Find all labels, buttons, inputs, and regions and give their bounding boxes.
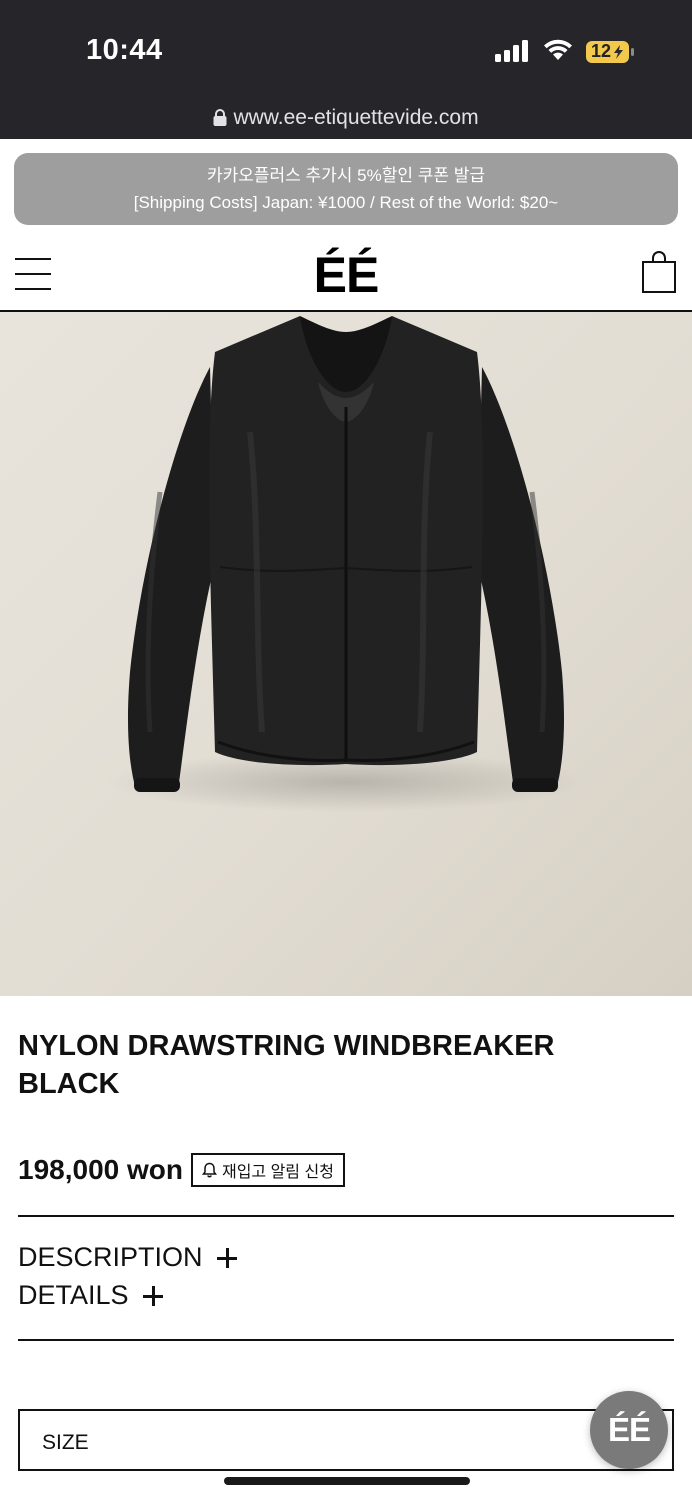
- price-row: 198,000 won 재입고 알림 신청: [18, 1152, 345, 1188]
- plus-icon: [142, 1285, 163, 1306]
- url-text: www.ee-etiquettevide.com: [233, 106, 479, 129]
- browser-top-bar: 10:44 12 www.ee-etiquettevide.com: [0, 0, 692, 139]
- size-select-label: SIZE: [42, 1431, 89, 1454]
- cellular-signal-icon: [495, 40, 528, 62]
- wifi-icon: [544, 39, 572, 60]
- site-logo[interactable]: ÉÉ: [0, 246, 692, 304]
- divider-bottom: [18, 1339, 674, 1341]
- divider-top: [18, 1215, 674, 1217]
- product-title-line2: BLACK: [18, 1068, 120, 1100]
- site-header: ÉÉ: [0, 232, 692, 312]
- shopping-bag-icon[interactable]: [642, 250, 676, 294]
- plus-icon: [216, 1247, 237, 1268]
- product-image[interactable]: [0, 312, 692, 996]
- product-price: 198,000 won: [18, 1154, 183, 1185]
- promo-banner[interactable]: 카카오플러스 추가시 5%할인 쿠폰 발급 [Shipping Costs] J…: [14, 153, 678, 225]
- battery-indicator: 12: [585, 40, 635, 64]
- home-indicator[interactable]: [224, 1477, 470, 1485]
- jacket-image: [106, 316, 586, 812]
- product-title: NYLON DRAWSTRING WINDBREAKER BLACK: [18, 1027, 618, 1103]
- product-title-line1: NYLON DRAWSTRING WINDBREAKER: [18, 1030, 555, 1062]
- details-toggle[interactable]: DETAILS: [18, 1280, 163, 1311]
- promo-line-coupon: 카카오플러스 추가시 5%할인 쿠폰 발급: [206, 166, 486, 185]
- details-label: DETAILS: [18, 1280, 129, 1310]
- battery-level: 12: [591, 41, 612, 61]
- status-time: 10:44: [86, 34, 163, 66]
- lock-icon: [213, 109, 227, 126]
- description-toggle[interactable]: DESCRIPTION: [18, 1242, 237, 1273]
- bell-icon: [201, 1162, 217, 1178]
- size-select[interactable]: SIZE: [18, 1409, 674, 1471]
- description-label: DESCRIPTION: [18, 1242, 203, 1272]
- restock-alert-button[interactable]: 재입고 알림 신청: [190, 1153, 345, 1187]
- restock-alert-label: 재입고 알림 신청: [221, 1164, 334, 1181]
- address-bar[interactable]: www.ee-etiquettevide.com: [0, 106, 692, 130]
- chat-floating-button[interactable]: ÉÉ: [590, 1391, 668, 1469]
- promo-line-shipping: [Shipping Costs] Japan: ¥1000 / Rest of …: [133, 193, 559, 212]
